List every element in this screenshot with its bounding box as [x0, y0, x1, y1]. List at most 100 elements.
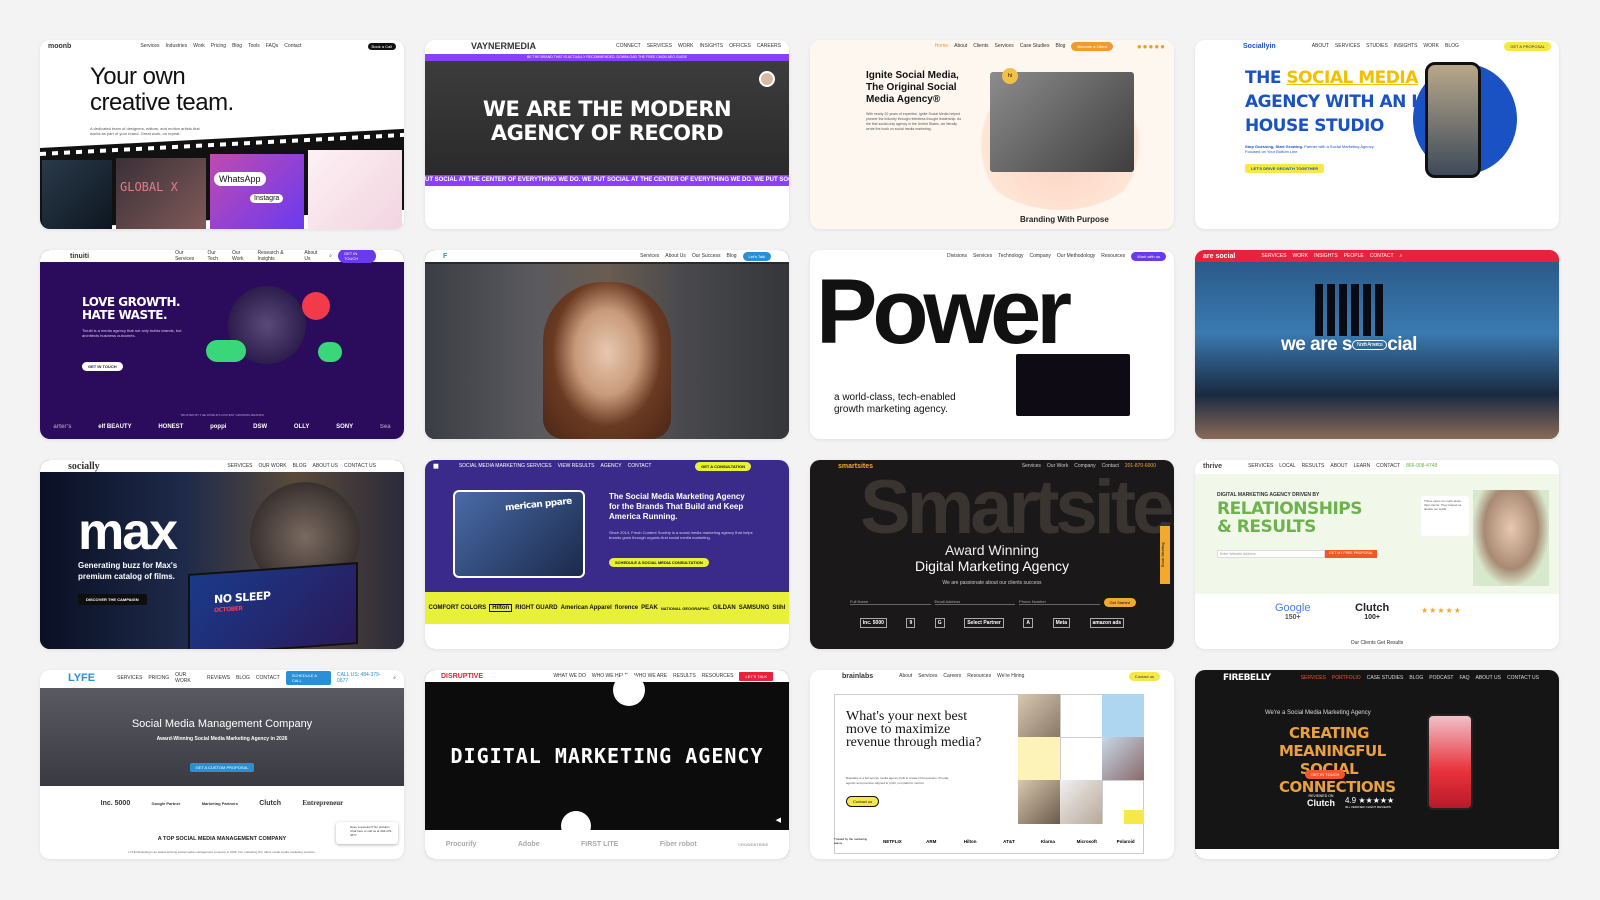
nav-item[interactable]: Contact [284, 43, 301, 49]
nav-item[interactable]: INSIGHTS [1394, 43, 1418, 49]
nav-item[interactable]: RESOURCES [702, 673, 734, 679]
card-ignite-social[interactable]: Home About Clients Services Case Studies… [810, 40, 1174, 229]
nav-item[interactable]: FAQ [1459, 675, 1469, 681]
card-vaynermedia[interactable]: VAYNERMEDIA CONNECT SERVICES WORK INSIGH… [425, 40, 789, 229]
nav-item[interactable]: Case Studies [1020, 43, 1050, 49]
card-moonb[interactable]: moonb Services Industries Work Pricing B… [40, 40, 404, 229]
phone-link[interactable]: CALL US: 484-379-0677 [337, 672, 387, 684]
nav-item[interactable]: INSIGHTS [700, 43, 724, 49]
nav-item[interactable]: SERVICES [1335, 43, 1360, 49]
card-disruptive[interactable]: DISRUPTIVE WHAT WE DO WHO WE HELP WHO WE… [425, 670, 789, 859]
logo[interactable]: LYFE [68, 672, 95, 684]
nav-item[interactable]: Our Success [692, 253, 721, 259]
nav-item[interactable]: About Us [665, 253, 686, 259]
nav-item[interactable]: ABOUT US [1475, 675, 1500, 681]
nav-item[interactable]: Clients [973, 43, 988, 49]
card-lyfe[interactable]: LYFE SERVICES PRICING OUR WORK REVIEWS B… [40, 670, 404, 859]
nav-item[interactable]: ABOUT [1330, 463, 1347, 469]
card-tinuiti[interactable]: tinuiti Our Services Our Tech Our Work R… [40, 250, 404, 439]
proposal-button[interactable]: GET A PROPOSAL [1504, 41, 1551, 51]
custom-proposal-button[interactable]: GET A CUSTOM PROPOSAL [189, 763, 255, 772]
nav-item[interactable]: RESULTS [1302, 463, 1325, 469]
nav-item[interactable]: ABOUT US [312, 463, 337, 469]
nav-item[interactable]: WORK [678, 43, 694, 49]
discover-campaign-button[interactable]: DISCOVER THE CAMPAIGN [78, 594, 147, 605]
nav-item[interactable]: AGENCY [600, 463, 621, 469]
schedule-consultation-button[interactable]: SCHEDULE A SOCIAL MEDIA CONSULTATION [609, 558, 709, 567]
nav-item[interactable]: SOCIAL MEDIA MARKETING SERVICES [459, 463, 552, 469]
full-name-field[interactable]: Full Name [850, 599, 931, 605]
nav-item[interactable]: Blog [232, 43, 242, 49]
nav-item[interactable]: VIEW RESULTS [558, 463, 595, 469]
logo[interactable]: thrive [1203, 463, 1222, 470]
growth-button[interactable]: LET'S DRIVE GROWTH TOGETHER [1245, 164, 1325, 173]
logo[interactable]: tinuiti [70, 253, 89, 260]
nav-item[interactable]: REVIEWS [207, 675, 230, 681]
nav-item[interactable]: Our Methodology [1057, 253, 1095, 259]
nav-item[interactable]: BLOG [293, 463, 307, 469]
nav-item[interactable]: SERVICES [117, 675, 142, 681]
logo[interactable]: VAYNERMEDIA [471, 41, 536, 51]
schedule-call-button[interactable]: SCHEDULE A CALL [285, 671, 332, 685]
nav-item[interactable]: Resources [967, 673, 991, 679]
nav-item[interactable]: CONTACT [256, 675, 280, 681]
consultation-nav-button[interactable]: GET A CONSULTATION [695, 461, 751, 471]
card-brainlabs[interactable]: brainlabs About Services Careers Resourc… [810, 670, 1174, 859]
social-icons[interactable]: ●●●●● [1137, 42, 1166, 51]
chat-widget[interactable]: Have a question? No problem. Chat here o… [336, 822, 398, 844]
nav-item[interactable]: About Us [304, 250, 323, 262]
nav-item[interactable]: We're Hiring [997, 673, 1024, 679]
nav-item[interactable]: CONTACT [628, 463, 652, 469]
nav-item[interactable]: Home [935, 43, 948, 49]
nav-item[interactable]: CONTACT [1370, 253, 1394, 259]
hero-video[interactable] [425, 264, 789, 439]
card-power[interactable]: Divisions Services Technology Company Ou… [810, 250, 1174, 439]
nav-item[interactable]: OFFICES [729, 43, 751, 49]
nav-item[interactable]: About [899, 673, 912, 679]
nav-item[interactable]: SERVICES [1301, 675, 1326, 681]
sound-icon[interactable]: ◀ [776, 816, 781, 824]
nav-item[interactable]: FAQs [266, 43, 279, 49]
nav-item[interactable]: LOCAL [1279, 463, 1295, 469]
logo[interactable]: socially [68, 461, 100, 472]
logo[interactable]: brainlabs [842, 673, 873, 680]
card-socially-max[interactable]: socially SERVICES OUR WORK BLOG ABOUT US… [40, 460, 404, 649]
nav-item[interactable]: CAREERS [757, 43, 781, 49]
nav-item[interactable]: OUR WORK [175, 672, 201, 684]
nav-item[interactable]: CONTACT US [1507, 675, 1539, 681]
nav-item[interactable]: SERVICES [227, 463, 252, 469]
nav-item[interactable]: Work [193, 43, 205, 49]
nav-item[interactable]: BLOG [1445, 43, 1459, 49]
nav-item[interactable]: Careers [943, 673, 961, 679]
nav-item[interactable]: SERVICES [647, 43, 672, 49]
card-thrive[interactable]: thrive SERVICES LOCAL RESULTS ABOUT LEAR… [1195, 460, 1559, 649]
nav-item[interactable]: Services [640, 253, 659, 259]
nav-item[interactable]: WORK [1293, 253, 1309, 259]
nav-item[interactable]: ABOUT [1312, 43, 1329, 49]
nav-item[interactable]: Pricing [211, 43, 226, 49]
become-client-button[interactable]: Become a Client [1071, 41, 1113, 51]
get-in-touch-button[interactable]: GET IN TOUCH [1305, 770, 1346, 779]
nav-item[interactable]: OUR WORK [259, 463, 287, 469]
nav-item[interactable]: Blog [727, 253, 737, 259]
logo[interactable]: moonb [48, 43, 71, 50]
phone-link[interactable]: 866-908-4748 [1406, 463, 1437, 469]
free-proposal-button[interactable]: GET MY FREE PROPOSAL [1325, 550, 1377, 558]
lets-talk-button[interactable]: Let's Talk [742, 251, 771, 261]
card-sociallyin[interactable]: Sociallyin ABOUT SERVICES STUDIES INSIGH… [1195, 40, 1559, 229]
nav-item[interactable]: Technology [998, 253, 1023, 259]
get-in-touch-nav-button[interactable]: GET IN TOUCH [337, 250, 376, 263]
card-fresh-content[interactable]: ◼ SOCIAL MEDIA MARKETING SERVICES VIEW R… [425, 460, 789, 649]
phone-field[interactable]: Phone Number [1019, 599, 1100, 605]
region-selector[interactable]: North America [1352, 339, 1388, 350]
nav-item[interactable]: Our Work [232, 250, 251, 262]
nav-item[interactable]: Services [140, 43, 159, 49]
contact-us-button[interactable]: Contact us [846, 796, 880, 807]
nav-item[interactable]: PODCAST [1429, 675, 1453, 681]
nav-item[interactable]: Resources [1101, 253, 1125, 259]
nav-item[interactable]: CONTACT [1376, 463, 1400, 469]
nav-item[interactable]: INSIGHTS [1314, 253, 1338, 259]
card-smartsites[interactable]: smartsites Services Our Work Company Con… [810, 460, 1174, 649]
nav-item[interactable]: SERVICES [1248, 463, 1273, 469]
nav-item[interactable]: SERVICES [1261, 253, 1286, 259]
